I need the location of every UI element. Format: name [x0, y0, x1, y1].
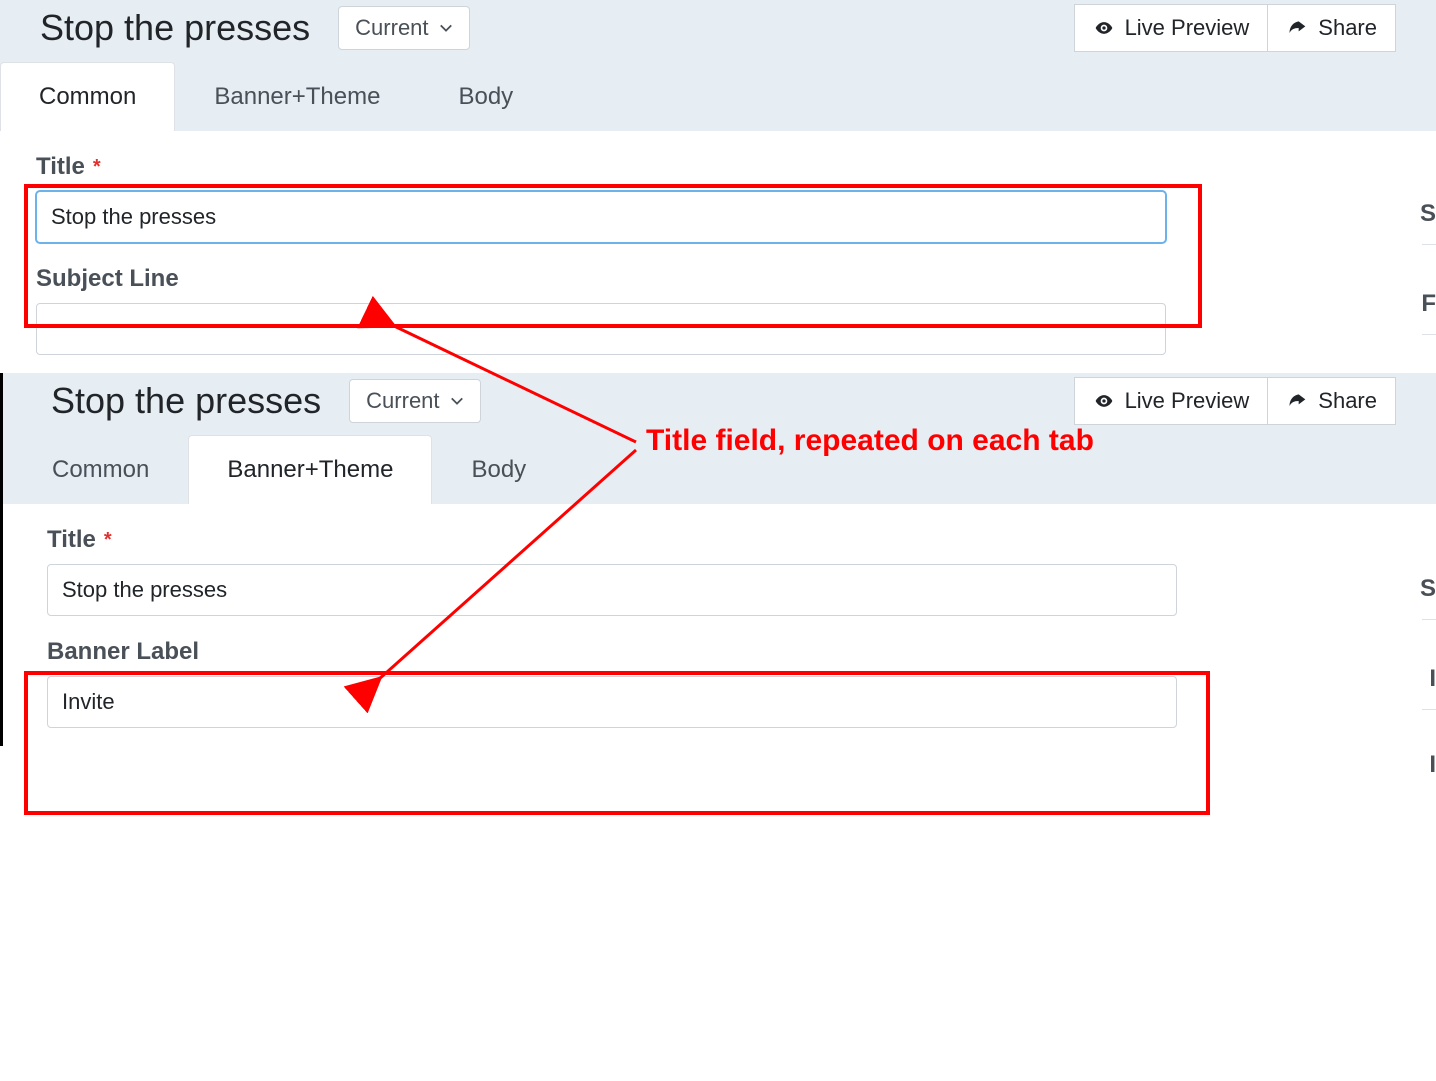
- title-input[interactable]: [36, 191, 1166, 243]
- required-asterisk-icon: *: [104, 530, 112, 550]
- version-dropdown[interactable]: Current: [349, 379, 480, 423]
- panel-header: Stop the presses Current Live Preview Sh…: [0, 0, 1436, 62]
- form-area-common: Title * Subject Line: [0, 131, 1436, 373]
- live-preview-button[interactable]: Live Preview: [1074, 4, 1269, 52]
- eye-icon: [1093, 18, 1115, 38]
- side-letter: S: [1420, 200, 1436, 228]
- chevron-down-icon: [450, 394, 464, 408]
- share-arrow-icon: [1286, 391, 1308, 411]
- side-divider: [1422, 619, 1436, 620]
- live-preview-button[interactable]: Live Preview: [1074, 377, 1269, 425]
- tab-banner-theme[interactable]: Banner+Theme: [188, 435, 432, 504]
- side-divider: [1422, 709, 1436, 710]
- title-group: Title *: [47, 504, 1400, 616]
- banner-label-group: Banner Label: [47, 616, 1400, 728]
- share-label: Share: [1318, 15, 1377, 41]
- live-preview-label: Live Preview: [1125, 15, 1250, 41]
- title-label-text: Title: [47, 526, 96, 554]
- title-group: Title *: [36, 131, 1400, 243]
- side-divider: [1422, 244, 1436, 245]
- tab-body[interactable]: Body: [432, 435, 565, 504]
- version-dropdown-label: Current: [366, 388, 439, 414]
- banner-label-label: Banner Label: [47, 638, 1400, 666]
- subject-line-group: Subject Line: [36, 243, 1400, 355]
- subject-line-input[interactable]: [36, 303, 1166, 355]
- chevron-down-icon: [439, 21, 453, 35]
- tab-body[interactable]: Body: [419, 62, 552, 131]
- share-label: Share: [1318, 388, 1377, 414]
- header-actions: Live Preview Share: [1074, 377, 1396, 425]
- annotation-callout: Title field, repeated on each tab: [646, 424, 1094, 458]
- side-letter: F: [1421, 290, 1436, 318]
- side-letter: S: [1420, 575, 1436, 603]
- share-arrow-icon: [1286, 18, 1308, 38]
- version-dropdown[interactable]: Current: [338, 6, 469, 50]
- side-letter: I: [1429, 665, 1436, 693]
- version-dropdown-label: Current: [355, 15, 428, 41]
- required-asterisk-icon: *: [93, 157, 101, 177]
- title-input[interactable]: [47, 564, 1177, 616]
- side-divider: [1422, 334, 1436, 335]
- title-label: Title *: [47, 526, 1400, 554]
- live-preview-label: Live Preview: [1125, 388, 1250, 414]
- banner-label-input[interactable]: [47, 676, 1177, 728]
- header-actions: Live Preview Share: [1074, 4, 1396, 52]
- page-title: Stop the presses: [40, 7, 310, 49]
- tab-common[interactable]: Common: [13, 435, 188, 504]
- side-letter: I: [1429, 751, 1436, 779]
- tab-bar: Common Banner+Theme Body: [0, 62, 1436, 131]
- panel-common-view: Stop the presses Current Live Preview Sh…: [0, 0, 1436, 373]
- subject-line-label: Subject Line: [36, 265, 1400, 293]
- tab-banner-theme[interactable]: Banner+Theme: [175, 62, 419, 131]
- tab-common[interactable]: Common: [0, 62, 175, 131]
- eye-icon: [1093, 391, 1115, 411]
- form-area-banner-theme: Title * Banner Label: [3, 504, 1436, 746]
- title-label: Title *: [36, 153, 1400, 181]
- share-button[interactable]: Share: [1268, 377, 1396, 425]
- title-label-text: Title: [36, 153, 85, 181]
- page-title: Stop the presses: [51, 380, 321, 422]
- share-button[interactable]: Share: [1268, 4, 1396, 52]
